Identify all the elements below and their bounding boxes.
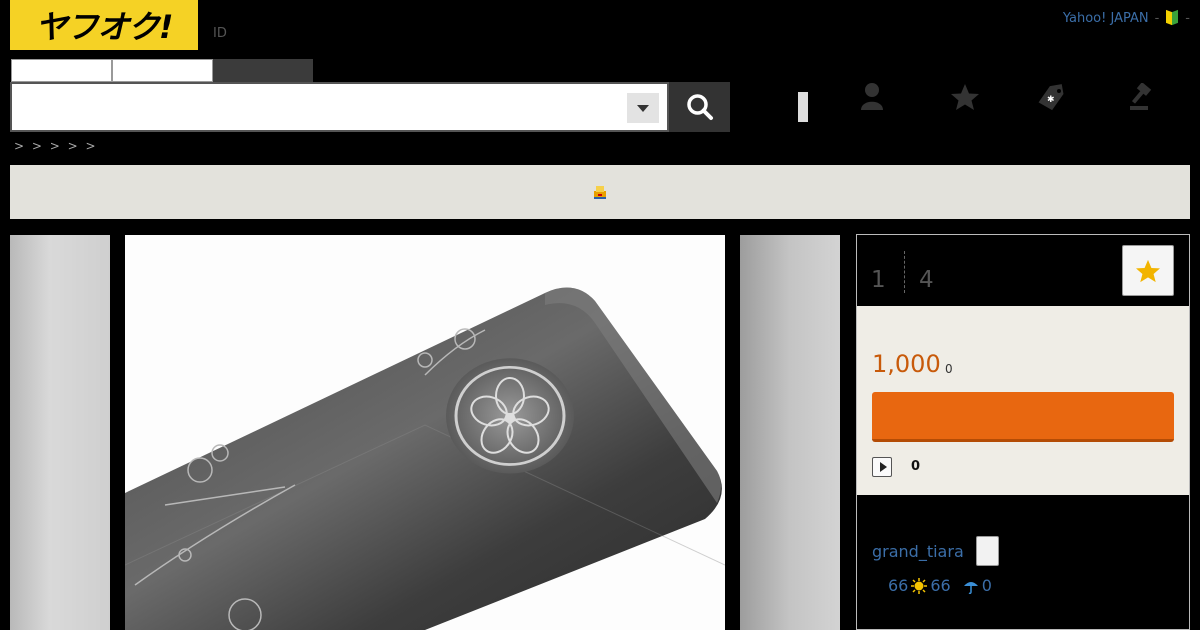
bid-button[interactable] <box>872 392 1174 442</box>
price-section: 1,000 0 0 <box>857 306 1189 495</box>
search-icon <box>686 94 713 120</box>
header-right-links: Yahoo! JAPAN - - <box>1063 10 1190 26</box>
page: ヤフオク! ID Yahoo! JAPAN - - ✱ > > > > > 1 … <box>0 0 1200 630</box>
watchlist-button[interactable] <box>1122 245 1174 296</box>
rating-bad: 0 <box>981 576 992 595</box>
id-link[interactable]: ID <box>213 26 227 41</box>
notice-icon <box>594 186 606 199</box>
star-icon <box>1136 259 1160 282</box>
main-product-image[interactable] <box>125 235 725 630</box>
search-tab-3[interactable] <box>213 59 313 82</box>
header-nav-icons: ✱ <box>780 80 1200 140</box>
gallery-next-image[interactable] <box>740 235 840 630</box>
image-current-page: 1 <box>871 267 886 293</box>
rating-good: 66 <box>930 576 951 595</box>
yahoo-japan-link[interactable]: Yahoo! JAPAN <box>1063 11 1149 26</box>
image-pager: 1 4 <box>857 235 1189 306</box>
search-box <box>10 82 669 132</box>
separator: - <box>1185 10 1190 26</box>
tag-icon[interactable]: ✱ <box>1034 82 1070 112</box>
current-price: 1,000 <box>872 350 941 378</box>
pager-divider <box>904 251 905 293</box>
search-tab-1[interactable] <box>11 59 112 82</box>
nav-divider <box>798 92 808 122</box>
bid-history-toggle[interactable] <box>872 457 892 477</box>
price-tax-note: 0 <box>945 362 953 376</box>
search-tabs <box>11 59 313 82</box>
star-icon[interactable] <box>950 83 980 111</box>
product-photo <box>125 235 725 630</box>
seller-name-link[interactable]: grand_tiara <box>872 542 964 561</box>
image-total-pages: 4 <box>919 267 934 293</box>
seller-ratings[interactable]: 66 66 0 <box>888 576 992 595</box>
separator: - <box>1154 10 1160 26</box>
rating-total: 66 <box>888 576 909 595</box>
logo-text: ヤフオク! <box>35 8 174 46</box>
bid-count: 0 <box>911 459 921 474</box>
beginner-mark-icon[interactable] <box>1165 10 1179 26</box>
sun-icon <box>911 577 928 594</box>
gallery-prev-image[interactable] <box>10 235 110 630</box>
search-button[interactable] <box>669 82 730 132</box>
category-dropdown-button[interactable] <box>627 93 659 123</box>
breadcrumb[interactable]: > > > > > <box>14 139 98 153</box>
umbrella-icon <box>963 581 978 594</box>
search-input[interactable] <box>18 94 618 122</box>
user-icon[interactable] <box>860 82 884 110</box>
auction-info-panel: 1 4 1,000 0 0 grand_tiara 66 66 0 <box>856 234 1190 630</box>
seller-badge[interactable] <box>976 536 999 566</box>
notice-banner <box>10 165 1190 219</box>
gavel-icon[interactable] <box>1128 83 1158 111</box>
search-tab-2[interactable] <box>112 59 213 82</box>
svg-text:✱: ✱ <box>1047 95 1055 105</box>
yahuoku-logo[interactable]: ヤフオク! <box>10 0 198 50</box>
